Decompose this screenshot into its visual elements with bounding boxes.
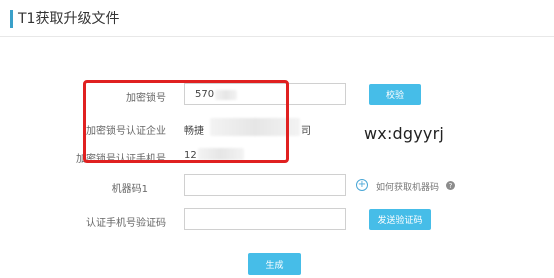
machine-code-label: 机器码1: [111, 184, 148, 195]
send-code-button[interactable]: 发送验证码: [369, 209, 431, 230]
certified-company-suffix: 司: [301, 126, 311, 137]
title-divider: [0, 36, 554, 37]
verification-code-label: 认证手机号验证码: [86, 218, 166, 229]
page-title: T1获取升级文件: [18, 11, 120, 27]
plus-circle-icon[interactable]: +: [356, 179, 368, 191]
watermark-text: wx:dgyyrj: [364, 124, 445, 143]
how-to-get-machine-code-link[interactable]: 如何获取机器码: [376, 180, 439, 193]
verification-code-input[interactable]: [184, 208, 346, 230]
generate-button[interactable]: 生成: [248, 253, 301, 275]
highlight-box: [83, 80, 289, 163]
title-accent-bar: [10, 10, 13, 28]
machine-code-input[interactable]: [184, 174, 346, 196]
verify-button[interactable]: 校验: [369, 84, 421, 105]
question-circle-icon[interactable]: ?: [446, 181, 455, 190]
